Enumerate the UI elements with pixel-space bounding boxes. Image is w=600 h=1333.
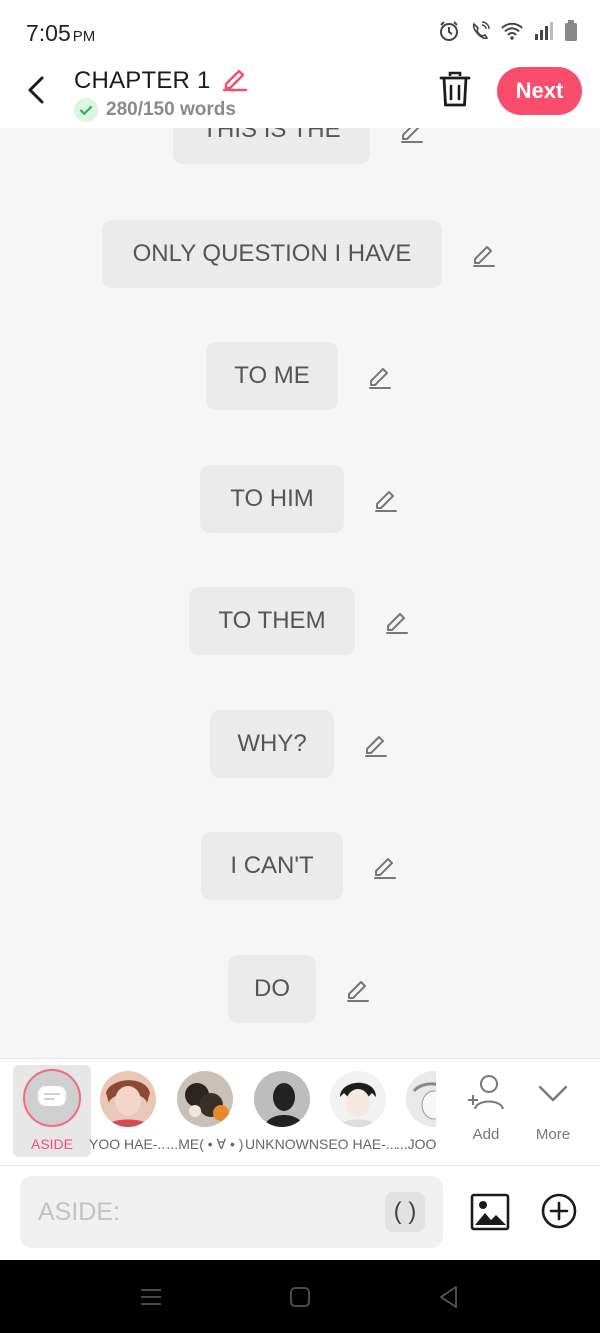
status-time-ampm: PM <box>72 28 96 45</box>
check-icon <box>74 98 98 122</box>
status-bar: 7:05 PM <box>0 0 600 62</box>
wifi-calling-icon <box>472 21 490 40</box>
status-time: 7:05 PM <box>26 20 95 47</box>
back-button[interactable] <box>18 72 54 108</box>
aside-avatar <box>23 1069 81 1127</box>
input-bar: ( ) <box>0 1166 600 1260</box>
add-character-button[interactable]: Add <box>456 1073 516 1143</box>
chevron-down-icon <box>538 1085 568 1102</box>
parenthesis-button[interactable]: ( ) <box>385 1192 425 1232</box>
message-bubble[interactable]: TO ME <box>206 342 338 410</box>
message-row: TO HIM <box>0 465 600 535</box>
status-time-value: 7:05 <box>26 20 71 46</box>
character-label: SEO HAE-... <box>319 1136 397 1152</box>
back-nav-icon[interactable] <box>436 1284 462 1310</box>
delete-button[interactable] <box>438 70 472 110</box>
message-row: DO <box>0 955 600 1025</box>
image-icon <box>470 1193 510 1231</box>
message-bubble[interactable]: TO HIM <box>200 465 344 533</box>
message-input[interactable] <box>38 1194 378 1230</box>
add-person-icon <box>468 1075 504 1110</box>
next-button[interactable]: Next <box>497 67 582 115</box>
insert-image-button[interactable] <box>470 1192 510 1232</box>
wifi-icon <box>501 22 523 40</box>
edit-message-icon[interactable] <box>366 362 394 390</box>
edit-message-icon[interactable] <box>371 852 399 880</box>
add-label: Add <box>472 1126 500 1143</box>
message-bubble[interactable]: THIS IS THE <box>173 128 370 164</box>
message-bubble[interactable]: ONLY QUESTION I HAVE <box>102 220 442 288</box>
character-selector[interactable]: ASIDE YOO HAE-... ...ME( • ∀ • ) UNKNOWN… <box>0 1058 600 1166</box>
system-nav-bar <box>0 1260 600 1333</box>
trash-icon <box>439 71 471 107</box>
message-bubble[interactable]: I CAN'T <box>201 832 343 900</box>
character-yoo-hae[interactable]: YOO HAE-... <box>89 1065 167 1157</box>
character-me[interactable]: ...ME( • ∀ • ) <box>166 1065 244 1157</box>
character-unknown[interactable]: UNKNOWN <box>243 1065 321 1157</box>
home-icon[interactable] <box>287 1284 313 1310</box>
more-label: More <box>535 1126 571 1143</box>
battery-icon <box>565 20 577 41</box>
avatar <box>330 1071 386 1127</box>
chapter-title[interactable]: CHAPTER 1 <box>74 67 211 95</box>
word-count-text: 280/150 words <box>106 99 236 120</box>
word-count: 280/150 words <box>74 98 236 122</box>
character-aside[interactable]: ASIDE <box>13 1065 91 1157</box>
message-row: ONLY QUESTION I HAVE <box>0 220 600 290</box>
chapter-header: CHAPTER 1 280/150 words Next <box>0 62 600 128</box>
avatar <box>100 1071 156 1127</box>
chevron-left-icon <box>28 76 44 104</box>
add-button[interactable] <box>540 1192 578 1230</box>
character-label: ASIDE <box>30 1136 73 1152</box>
character-label: UNKNOWN <box>245 1136 319 1152</box>
alarm-icon <box>440 21 458 41</box>
chapter-title-wrap: CHAPTER 1 <box>74 64 249 97</box>
edit-message-icon[interactable] <box>372 485 400 513</box>
status-icons <box>438 20 578 42</box>
character-seo-hae[interactable]: SEO HAE-... <box>319 1065 397 1157</box>
message-list[interactable]: THIS IS THE ONLY QUESTION I HAVE TO ME T… <box>0 128 600 1058</box>
message-input-box: ( ) <box>20 1176 443 1248</box>
message-bubble[interactable]: DO <box>228 955 316 1023</box>
message-bubble[interactable]: WHY? <box>210 710 334 778</box>
character-joon[interactable]: ...JOON <box>396 1065 436 1157</box>
more-characters-button[interactable]: More <box>523 1073 583 1143</box>
message-bubble[interactable]: TO THEM <box>189 587 355 655</box>
character-label: ...JOON <box>396 1136 436 1152</box>
message-row: THIS IS THE <box>0 128 600 166</box>
signal-icon <box>535 22 553 40</box>
avatar <box>406 1071 436 1127</box>
message-row: I CAN'T <box>0 832 600 902</box>
edit-message-icon[interactable] <box>398 128 426 144</box>
message-row: WHY? <box>0 710 600 780</box>
edit-message-icon[interactable] <box>383 607 411 635</box>
message-row: TO ME <box>0 342 600 412</box>
menu-icon[interactable] <box>138 1284 164 1310</box>
edit-message-icon[interactable] <box>362 730 390 758</box>
edit-title-icon[interactable] <box>221 64 249 97</box>
avatar <box>177 1071 233 1127</box>
plus-circle-icon <box>541 1193 577 1229</box>
character-label: YOO HAE-... <box>89 1136 167 1152</box>
avatar <box>254 1071 310 1127</box>
edit-message-icon[interactable] <box>470 240 498 268</box>
speech-bubble-icon <box>38 1086 66 1106</box>
edit-message-icon[interactable] <box>344 975 372 1003</box>
message-row: TO THEM <box>0 587 600 657</box>
character-label: ...ME( • ∀ • ) <box>166 1136 244 1152</box>
